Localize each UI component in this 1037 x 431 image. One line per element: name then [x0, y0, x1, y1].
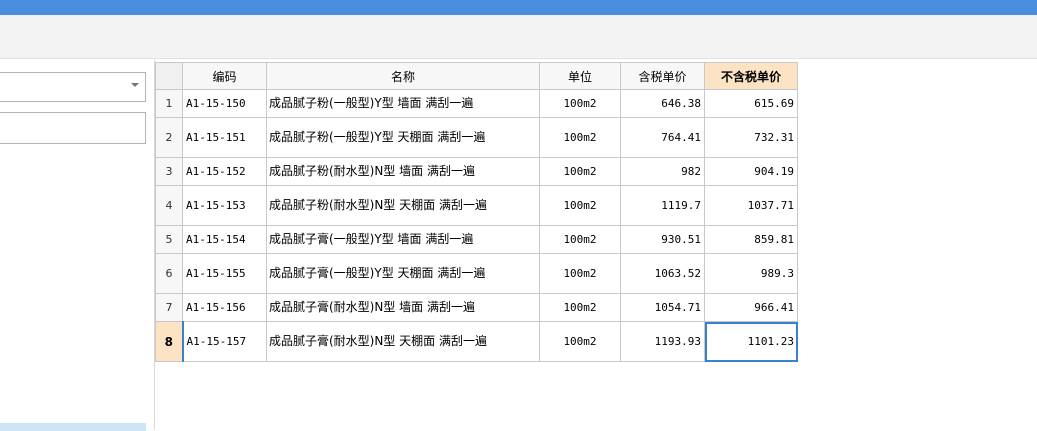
row-number[interactable]: 5 — [155, 225, 183, 254]
row-number[interactable]: 4 — [155, 185, 183, 226]
cell-unit[interactable]: 100m2 — [539, 225, 621, 254]
table-row[interactable]: 7 A1-15-156 成品腻子膏(耐水型)N型 墙面 满刮一遍 100m2 1… — [155, 293, 798, 322]
cell-price-tax[interactable]: 1193.93 — [620, 321, 705, 362]
cell-price-tax[interactable]: 982 — [620, 157, 705, 186]
chevron-down-icon[interactable] — [131, 83, 139, 87]
cell-name[interactable]: 成品腻子膏(一般型)Y型 墙面 满刮一遍 — [266, 225, 540, 254]
search-input[interactable] — [0, 112, 146, 144]
table-row[interactable]: 1 A1-15-150 成品腻子粉(一般型)Y型 墙面 满刮一遍 100m2 6… — [155, 89, 798, 118]
quota-table: 编码 名称 单位 含税单价 不含税单价 1 A1-15-150 成品腻子粉(一般… — [155, 62, 798, 362]
cell-price-notax-current[interactable]: 1101.23 — [704, 321, 798, 362]
row-number[interactable]: 6 — [155, 253, 183, 294]
cell-price-tax[interactable]: 1054.71 — [620, 293, 705, 322]
row-number[interactable]: 1 — [155, 89, 183, 118]
toolbar — [0, 15, 1037, 59]
cell-price-tax[interactable]: 1119.7 — [620, 185, 705, 226]
cell-code[interactable]: A1-15-153 — [182, 185, 267, 226]
cell-price-tax[interactable]: 930.51 — [620, 225, 705, 254]
cell-name[interactable]: 成品腻子粉(一般型)Y型 天棚面 满刮一遍 — [266, 117, 540, 158]
table-header-row: 编码 名称 单位 含税单价 不含税单价 — [155, 62, 798, 90]
table-row[interactable]: 3 A1-15-152 成品腻子粉(耐水型)N型 墙面 满刮一遍 100m2 9… — [155, 157, 798, 186]
column-header-code[interactable]: 编码 — [182, 62, 267, 90]
cell-price-notax[interactable]: 989.3 — [704, 253, 798, 294]
column-header-price-notax[interactable]: 不含税单价 — [704, 62, 798, 90]
cell-price-notax[interactable]: 1037.71 — [704, 185, 798, 226]
row-number-header[interactable] — [155, 62, 183, 90]
cell-code[interactable]: A1-15-155 — [182, 253, 267, 294]
cell-code[interactable]: A1-15-157 — [182, 321, 267, 362]
cell-name[interactable]: 成品腻子粉(一般型)Y型 墙面 满刮一遍 — [266, 89, 540, 118]
cell-code[interactable]: A1-15-152 — [182, 157, 267, 186]
cell-unit[interactable]: 100m2 — [539, 89, 621, 118]
cell-price-notax[interactable]: 615.69 — [704, 89, 798, 118]
cell-unit[interactable]: 100m2 — [539, 185, 621, 226]
cell-price-notax[interactable]: 966.41 — [704, 293, 798, 322]
column-header-name[interactable]: 名称 — [266, 62, 540, 90]
cell-unit[interactable]: 100m2 — [539, 293, 621, 322]
cell-price-notax[interactable]: 859.81 — [704, 225, 798, 254]
row-number[interactable]: 2 — [155, 117, 183, 158]
cell-price-tax[interactable]: 764.41 — [620, 117, 705, 158]
cell-name[interactable]: 成品腻子膏(耐水型)N型 墙面 满刮一遍 — [266, 293, 540, 322]
cell-name[interactable]: 成品腻子膏(耐水型)N型 天棚面 满刮一遍 — [266, 321, 540, 362]
cell-price-notax[interactable]: 904.19 — [704, 157, 798, 186]
row-number[interactable]: 8 — [155, 321, 184, 362]
column-header-unit[interactable]: 单位 — [539, 62, 621, 90]
cell-unit[interactable]: 100m2 — [539, 253, 621, 294]
cell-price-tax[interactable]: 646.38 — [620, 89, 705, 118]
table-row[interactable]: 6 A1-15-155 成品腻子膏(一般型)Y型 天棚面 满刮一遍 100m2 … — [155, 253, 798, 294]
table-row[interactable]: 5 A1-15-154 成品腻子膏(一般型)Y型 墙面 满刮一遍 100m2 9… — [155, 225, 798, 254]
table-row[interactable]: 4 A1-15-153 成品腻子粉(耐水型)N型 天棚面 满刮一遍 100m2 … — [155, 185, 798, 226]
cell-name[interactable]: 成品腻子膏(一般型)Y型 天棚面 满刮一遍 — [266, 253, 540, 294]
cell-code[interactable]: A1-15-156 — [182, 293, 267, 322]
cell-price-notax[interactable]: 732.31 — [704, 117, 798, 158]
cell-name[interactable]: 成品腻子粉(耐水型)N型 天棚面 满刮一遍 — [266, 185, 540, 226]
table-row[interactable]: 2 A1-15-151 成品腻子粉(一般型)Y型 天棚面 满刮一遍 100m2 … — [155, 117, 798, 158]
window-title-bar — [0, 0, 1037, 15]
table-row-selected[interactable]: 8 A1-15-157 成品腻子膏(耐水型)N型 天棚面 满刮一遍 100m2 … — [155, 321, 798, 362]
cell-unit[interactable]: 100m2 — [539, 321, 621, 362]
cell-unit[interactable]: 100m2 — [539, 117, 621, 158]
row-number[interactable]: 7 — [155, 293, 183, 322]
category-dropdown[interactable] — [0, 72, 146, 102]
cell-price-tax[interactable]: 1063.52 — [620, 253, 705, 294]
cell-code[interactable]: A1-15-150 — [182, 89, 267, 118]
row-number[interactable]: 3 — [155, 157, 183, 186]
cell-code[interactable]: A1-15-154 — [182, 225, 267, 254]
cell-code[interactable]: A1-15-151 — [182, 117, 267, 158]
column-header-price-tax[interactable]: 含税单价 — [620, 62, 705, 90]
left-panel — [0, 60, 155, 431]
cell-unit[interactable]: 100m2 — [539, 157, 621, 186]
cell-name[interactable]: 成品腻子粉(耐水型)N型 墙面 满刮一遍 — [266, 157, 540, 186]
